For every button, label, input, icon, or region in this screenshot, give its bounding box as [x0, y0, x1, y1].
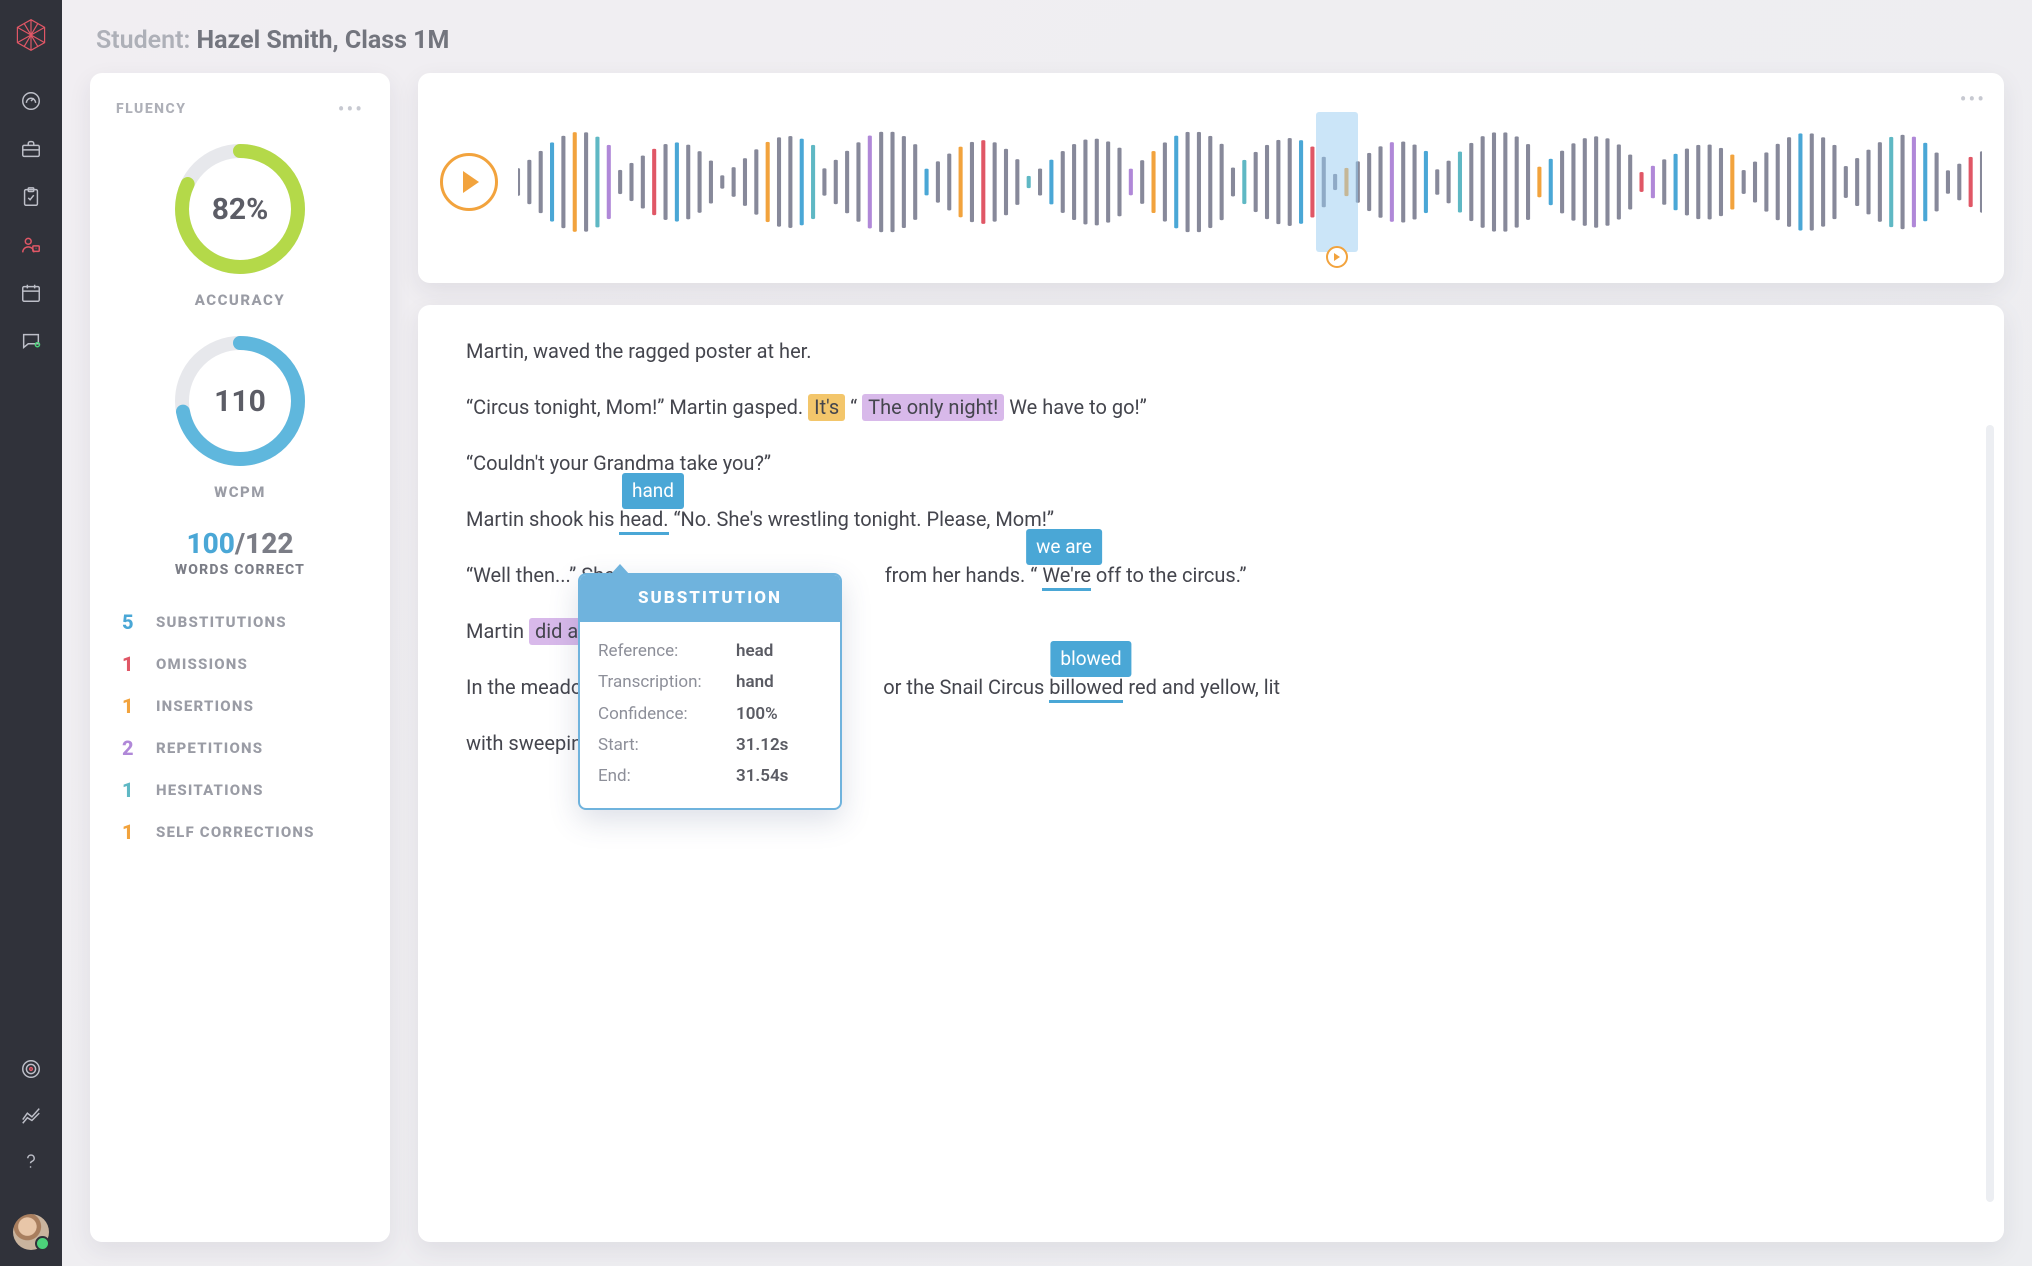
- calendar-icon[interactable]: [20, 282, 42, 304]
- passage-line: “Couldn't your Grandma take you?”: [466, 447, 1956, 479]
- card-menu-icon[interactable]: •••: [338, 97, 364, 121]
- words-correct-sep: /: [235, 527, 245, 560]
- error-count: 2: [122, 736, 140, 760]
- popover-key: Start:: [598, 732, 718, 759]
- popover-row: Confidence: 100%: [598, 701, 822, 728]
- passage-card: Martin, waved the ragged poster at her. …: [418, 305, 2004, 1242]
- error-row[interactable]: 1 HESITATIONS: [122, 778, 364, 802]
- words-correct-label: WORDS CORRECT: [175, 562, 305, 578]
- error-label: REPETITIONS: [156, 739, 263, 757]
- popover-value: 31.54s: [736, 763, 788, 790]
- page-title-value: Hazel Smith, Class 1M: [197, 26, 450, 55]
- error-label: HESITATIONS: [156, 781, 264, 799]
- passage-line: Martin, waved the ragged poster at her.: [466, 335, 1956, 367]
- mini-play-button[interactable]: [1326, 246, 1348, 268]
- popover-value: head: [736, 638, 773, 665]
- nav-rail: [0, 0, 62, 1266]
- card-menu-icon[interactable]: •••: [1960, 87, 1986, 111]
- waveform[interactable]: [518, 122, 1982, 242]
- accuracy-ring: 82%: [170, 139, 310, 279]
- wcpm-value: 110: [170, 331, 310, 471]
- scrollbar[interactable]: [1986, 425, 1994, 1202]
- student-icon[interactable]: [20, 234, 42, 256]
- page-title-prefix: Student:: [96, 26, 190, 55]
- popover-key: Transcription:: [598, 669, 718, 696]
- chat-icon[interactable]: [20, 330, 42, 352]
- error-list: 5 SUBSTITUTIONS 1 OMISSIONS 1 INSERTIONS 2 REPE…: [116, 610, 364, 844]
- substitution-target[interactable]: billowed: [1049, 675, 1123, 703]
- error-row[interactable]: 5 SUBSTITUTIONS: [122, 610, 364, 634]
- logo-icon: [14, 18, 48, 52]
- popover-body: Reference: head Transcription: hand Confiden…: [580, 622, 840, 808]
- error-label: OMISSIONS: [156, 655, 248, 673]
- error-count: 5: [122, 610, 140, 634]
- annotation-substitution[interactable]: blowed: [1050, 641, 1131, 677]
- error-label: SELF CORRECTIONS: [156, 823, 315, 841]
- substitution-target[interactable]: We're: [1042, 563, 1091, 591]
- words-correct: 100/122 WORDS CORRECT: [175, 527, 305, 578]
- waveform-card: •••: [418, 73, 2004, 283]
- play-button[interactable]: [440, 153, 498, 211]
- error-row[interactable]: 1 INSERTIONS: [122, 694, 364, 718]
- right-column: ••• Martin, waved the ragged poster at h…: [418, 73, 2004, 1242]
- page-title: Student: Hazel Smith, Class 1M: [96, 26, 1998, 55]
- clipboard-icon[interactable]: [20, 186, 42, 208]
- target-icon[interactable]: [20, 1058, 42, 1080]
- highlight-repetition[interactable]: The only night!: [862, 394, 1004, 421]
- help-icon[interactable]: [20, 1150, 42, 1172]
- error-count: 1: [122, 694, 140, 718]
- popover-key: Confidence:: [598, 701, 718, 728]
- substitution-target[interactable]: head.: [619, 507, 668, 535]
- popover-value: 31.12s: [736, 732, 788, 759]
- passage-line: hand Martin shook his head. “No. She's w…: [466, 503, 1956, 535]
- popover-title: SUBSTITUTION: [580, 575, 840, 622]
- error-row[interactable]: 1 OMISSIONS: [122, 652, 364, 676]
- highlight-insertion[interactable]: It's: [808, 394, 845, 421]
- nav-group-bottom: [20, 1058, 42, 1172]
- fluency-header: FLUENCY •••: [116, 97, 364, 121]
- popover-row: Reference: head: [598, 638, 822, 665]
- popover-key: Reference:: [598, 638, 718, 665]
- popover-row: End: 31.54s: [598, 763, 822, 790]
- briefcase-icon[interactable]: [20, 138, 42, 160]
- error-count: 1: [122, 778, 140, 802]
- error-row[interactable]: 2 REPETITIONS: [122, 736, 364, 760]
- wcpm-ring: 110: [170, 331, 310, 471]
- user-avatar[interactable]: [13, 1214, 49, 1250]
- popover-row: Start: 31.12s: [598, 732, 822, 759]
- error-row[interactable]: 1 SELF CORRECTIONS: [122, 820, 364, 844]
- popover-row: Transcription: hand: [598, 669, 822, 696]
- app-root: Student: Hazel Smith, Class 1M FLUENCY •…: [0, 0, 2032, 1266]
- dashboard-icon[interactable]: [20, 90, 42, 112]
- main-area: Student: Hazel Smith, Class 1M FLUENCY •…: [62, 0, 2032, 1266]
- popover-key: End:: [598, 763, 718, 790]
- analytics-icon[interactable]: [20, 1104, 42, 1126]
- passage-line: “Circus tonight, Mom!” Martin gasped. It…: [466, 391, 1956, 423]
- nav-group-top: [20, 90, 42, 352]
- annotation-substitution[interactable]: hand: [622, 473, 684, 509]
- error-label: INSERTIONS: [156, 697, 254, 715]
- accuracy-value: 82%: [170, 139, 310, 279]
- panels: FLUENCY ••• 82% ACCURACY 110: [90, 73, 2004, 1242]
- playhead-region[interactable]: [1316, 112, 1358, 252]
- error-label: SUBSTITUTIONS: [156, 613, 287, 631]
- popover-value: hand: [736, 669, 774, 696]
- words-total-num: 122: [245, 527, 293, 560]
- error-count: 1: [122, 652, 140, 676]
- fluency-title: FLUENCY: [116, 101, 186, 117]
- substitution-popover: SUBSTITUTION Reference: head Transcription…: [578, 573, 842, 810]
- accuracy-label: ACCURACY: [195, 291, 285, 309]
- fluency-card: FLUENCY ••• 82% ACCURACY 110: [90, 73, 390, 1242]
- annotation-substitution[interactable]: we are: [1026, 529, 1102, 565]
- popover-value: 100%: [736, 701, 778, 728]
- error-count: 1: [122, 820, 140, 844]
- words-correct-num: 100: [186, 527, 234, 560]
- wcpm-label: WCPM: [214, 483, 266, 501]
